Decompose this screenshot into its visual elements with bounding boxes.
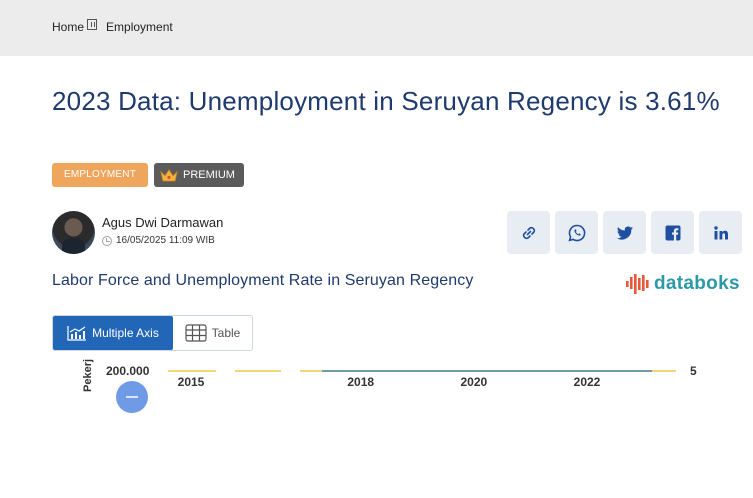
share-linkedin-button[interactable]: [699, 211, 742, 254]
x-tick-label: 2018: [347, 375, 374, 389]
chart-title: Labor Force and Unemployment Rate in Ser…: [52, 272, 474, 289]
multiple-axis-label: Multiple Axis: [92, 326, 159, 340]
premium-badge[interactable]: PREMIUM: [154, 163, 244, 187]
share-whatsapp-button[interactable]: [555, 211, 598, 254]
share-twitter-button[interactable]: [603, 211, 646, 254]
x-tick-label: 2022: [574, 375, 601, 389]
databoks-wordmark: databoks: [654, 273, 740, 294]
publish-date: 16/05/2025 11:09 WIB: [102, 235, 223, 246]
chart-area: Pekerj 200.000 2015 2018 2020 2022 5: [82, 359, 697, 413]
author-avatar[interactable]: [52, 211, 95, 254]
y-tick-right: 5: [690, 364, 697, 378]
clock-icon: [102, 235, 112, 246]
x-tick-label: 2020: [461, 375, 488, 389]
zoom-out-button[interactable]: [116, 381, 148, 413]
facebook-icon: [665, 225, 680, 240]
chart-view-toggle: Multiple Axis Table: [52, 315, 253, 351]
author-name[interactable]: Agus Dwi Darmawan: [102, 215, 223, 230]
publish-date-text: 16/05/2025 11:09 WIB: [116, 235, 215, 246]
table-label: Table: [211, 326, 241, 340]
share-link-button[interactable]: [507, 211, 550, 254]
breadcrumb-home-link[interactable]: Home: [52, 20, 84, 34]
crown-icon: [160, 168, 178, 181]
author-block: Agus Dwi Darmawan 16/05/2025 11:09 WIB: [52, 211, 223, 254]
databoks-bars-icon: [626, 274, 649, 294]
y-tick-left: 200.000: [106, 364, 150, 378]
whatsapp-icon: [567, 224, 585, 242]
article-tags: EMPLOYMENT PREMIUM: [52, 163, 244, 187]
page-title: 2023 Data: Unemployment in Seruyan Regen…: [52, 86, 720, 116]
linkedin-icon: [713, 225, 728, 239]
breadcrumb: Home Employment: [52, 18, 173, 34]
multiple-axis-tab[interactable]: Multiple Axis: [53, 316, 173, 350]
breadcrumb-separator-icon: [87, 18, 98, 30]
table-grid-icon: [185, 324, 207, 342]
link-icon: [522, 226, 535, 239]
breadcrumb-bar: Home Employment: [0, 0, 753, 56]
breadcrumb-current-link[interactable]: Employment: [106, 20, 173, 34]
premium-label: PREMIUM: [183, 169, 235, 181]
x-tick-label: 2015: [178, 375, 205, 389]
x-axis: 2015 2018 2020 2022: [178, 375, 601, 389]
table-tab[interactable]: Table: [173, 316, 252, 350]
multi-axis-chart-icon: [67, 326, 87, 341]
databoks-logo[interactable]: databoks: [625, 270, 740, 298]
twitter-icon: [616, 225, 633, 240]
share-facebook-button[interactable]: [651, 211, 694, 254]
y-axis-label-left: Pekerj: [82, 359, 94, 392]
category-tag[interactable]: EMPLOYMENT: [52, 163, 149, 187]
